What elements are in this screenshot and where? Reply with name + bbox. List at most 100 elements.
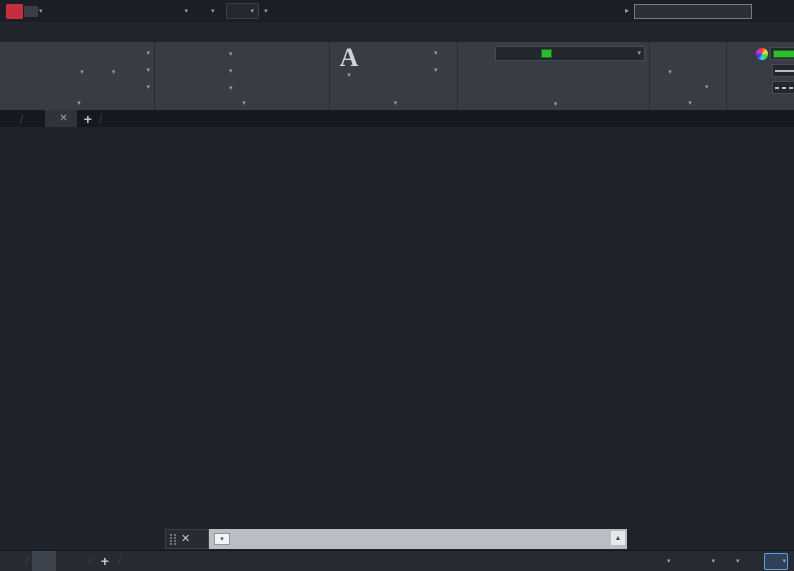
layer-dropdown[interactable]: ▾ bbox=[495, 46, 645, 61]
offset-button[interactable] bbox=[241, 80, 255, 97]
properties-panel-label[interactable] bbox=[727, 96, 794, 110]
object-snap-icon bbox=[720, 554, 735, 569]
layer-unlock-button[interactable] bbox=[543, 84, 557, 98]
polyline-tool-button[interactable] bbox=[36, 44, 66, 96]
snap-mode-button[interactable]: ▾ bbox=[651, 554, 671, 569]
trim-button[interactable]: ▾ bbox=[209, 46, 233, 63]
text-tool-button[interactable]: A ▾ bbox=[334, 44, 364, 96]
annotation-visibility-button[interactable]: ▾ bbox=[764, 552, 788, 570]
undo-dropdown[interactable]: ▾ bbox=[185, 8, 189, 15]
polar-tracking-button[interactable]: ▾ bbox=[695, 554, 715, 569]
stretch-icon bbox=[159, 82, 173, 96]
lineweight-dropdown[interactable]: ▾ bbox=[756, 63, 794, 78]
annotation-panel-label[interactable]: ▾ bbox=[330, 96, 457, 110]
share-button[interactable] bbox=[281, 5, 297, 18]
account-icon[interactable] bbox=[775, 5, 788, 18]
explode-button[interactable] bbox=[241, 63, 255, 80]
qat-customize-button[interactable]: ▾ bbox=[264, 8, 268, 15]
new-layout-button[interactable]: + bbox=[96, 553, 114, 569]
layer-freeze-button[interactable] bbox=[527, 66, 541, 80]
leader-button[interactable]: ▾ bbox=[414, 63, 438, 78]
command-history-chevron[interactable]: ▲ bbox=[611, 531, 625, 545]
layer-thaw-button[interactable] bbox=[527, 84, 541, 98]
layer-properties-button[interactable] bbox=[462, 44, 493, 99]
isodraft-button[interactable] bbox=[744, 554, 759, 569]
redo-dropdown[interactable]: ▾ bbox=[211, 8, 215, 15]
grid-display-button[interactable] bbox=[631, 554, 646, 569]
circle-tool-button[interactable]: ▾ bbox=[67, 44, 97, 96]
draw-panel-label[interactable]: ▾ bbox=[0, 96, 154, 110]
ortho-mode-button[interactable] bbox=[675, 554, 690, 569]
linetype-dropdown[interactable]: ▾ bbox=[756, 80, 794, 95]
linear-dimension-button[interactable]: ▾ bbox=[414, 46, 438, 61]
command-input[interactable] bbox=[235, 533, 622, 545]
help-search-box[interactable] bbox=[634, 3, 752, 19]
file-tab-menu-icon[interactable] bbox=[4, 112, 18, 126]
mirror-button[interactable] bbox=[184, 63, 201, 80]
table-button[interactable] bbox=[414, 80, 438, 95]
fillet-button[interactable]: ▾ bbox=[209, 63, 233, 80]
wrench-icon[interactable] bbox=[194, 534, 204, 545]
save-as-button[interactable] bbox=[109, 4, 124, 19]
create-block-button[interactable] bbox=[688, 46, 709, 61]
object-snap-button[interactable]: ▾ bbox=[720, 554, 740, 569]
erase-button[interactable] bbox=[241, 46, 255, 63]
match-layer-button[interactable] bbox=[559, 83, 576, 99]
chevron-down-icon: ▾ bbox=[250, 7, 255, 15]
line-tool-button[interactable] bbox=[4, 44, 34, 96]
layer-unlock-icon bbox=[527, 48, 538, 59]
tab-layout1[interactable] bbox=[60, 551, 84, 571]
dimension-button[interactable] bbox=[366, 44, 412, 96]
close-icon[interactable]: ✕ bbox=[181, 533, 190, 545]
array-button[interactable]: ▾ bbox=[209, 80, 233, 97]
layers-panel-label[interactable]: ▾ bbox=[458, 99, 649, 110]
layer-isolate-button[interactable] bbox=[511, 66, 525, 80]
stretch-button[interactable] bbox=[159, 80, 176, 97]
rotate-button[interactable] bbox=[184, 46, 201, 63]
new-drawing-tab-button[interactable]: + bbox=[79, 111, 97, 127]
object-color-dropdown[interactable]: ▾ bbox=[756, 46, 794, 61]
layer-lock-button[interactable] bbox=[543, 66, 557, 80]
scale-button[interactable] bbox=[184, 80, 201, 97]
match-properties-button[interactable] bbox=[731, 44, 754, 96]
make-current-button[interactable] bbox=[559, 65, 576, 81]
move-button[interactable] bbox=[159, 46, 176, 63]
search-icon[interactable] bbox=[757, 5, 770, 18]
open-file-button[interactable] bbox=[71, 4, 86, 19]
command-input-area[interactable]: ▾ ▲ bbox=[209, 529, 627, 549]
open-from-mobile-button[interactable] bbox=[128, 4, 143, 19]
undo-button[interactable] bbox=[166, 4, 181, 19]
layout-menu-icon[interactable] bbox=[6, 554, 21, 569]
layer-off-button[interactable] bbox=[495, 66, 509, 80]
edit-block-button[interactable] bbox=[688, 63, 709, 78]
command-bar-grip[interactable]: ✕ bbox=[165, 529, 209, 549]
tab-model[interactable] bbox=[32, 550, 57, 571]
close-icon[interactable]: ✕ bbox=[59, 113, 67, 124]
tab-document[interactable]: ✕ bbox=[45, 110, 77, 127]
copy-button[interactable] bbox=[159, 63, 176, 80]
search-expand-arrow[interactable]: ▸ bbox=[625, 7, 629, 15]
save-button[interactable] bbox=[90, 4, 105, 19]
arc-tool-button[interactable]: ▾ bbox=[99, 44, 129, 96]
tab-start[interactable] bbox=[25, 110, 43, 127]
layer-on-button[interactable] bbox=[495, 84, 509, 98]
attribute-button[interactable]: ▾ bbox=[688, 80, 709, 95]
app-menu-button[interactable]: ▾ bbox=[6, 3, 43, 19]
insert-block-button[interactable]: ▾ bbox=[654, 44, 686, 96]
new-file-button[interactable] bbox=[52, 4, 67, 19]
block-panel-label[interactable]: ▾ bbox=[650, 96, 726, 110]
drawing-canvas[interactable]: ✕ ▾ ▲ bbox=[0, 127, 794, 550]
copy-icon bbox=[159, 65, 173, 79]
hatch-tool-button[interactable]: ▾ bbox=[131, 80, 151, 95]
workspace-dropdown[interactable]: ▾ bbox=[225, 3, 260, 19]
layer-unisolate-button[interactable] bbox=[511, 84, 525, 98]
search-input[interactable] bbox=[639, 5, 747, 17]
plot-button[interactable] bbox=[147, 4, 162, 19]
gear-icon bbox=[231, 5, 243, 17]
recent-commands-button[interactable]: ▾ bbox=[214, 533, 230, 545]
modify-panel-label[interactable]: ▾ bbox=[155, 97, 329, 110]
rectangle-tool-button[interactable]: ▾ bbox=[131, 46, 151, 61]
redo-button[interactable] bbox=[192, 4, 207, 19]
share-icon bbox=[281, 5, 294, 18]
ellipse-tool-button[interactable]: ▾ bbox=[131, 63, 151, 78]
